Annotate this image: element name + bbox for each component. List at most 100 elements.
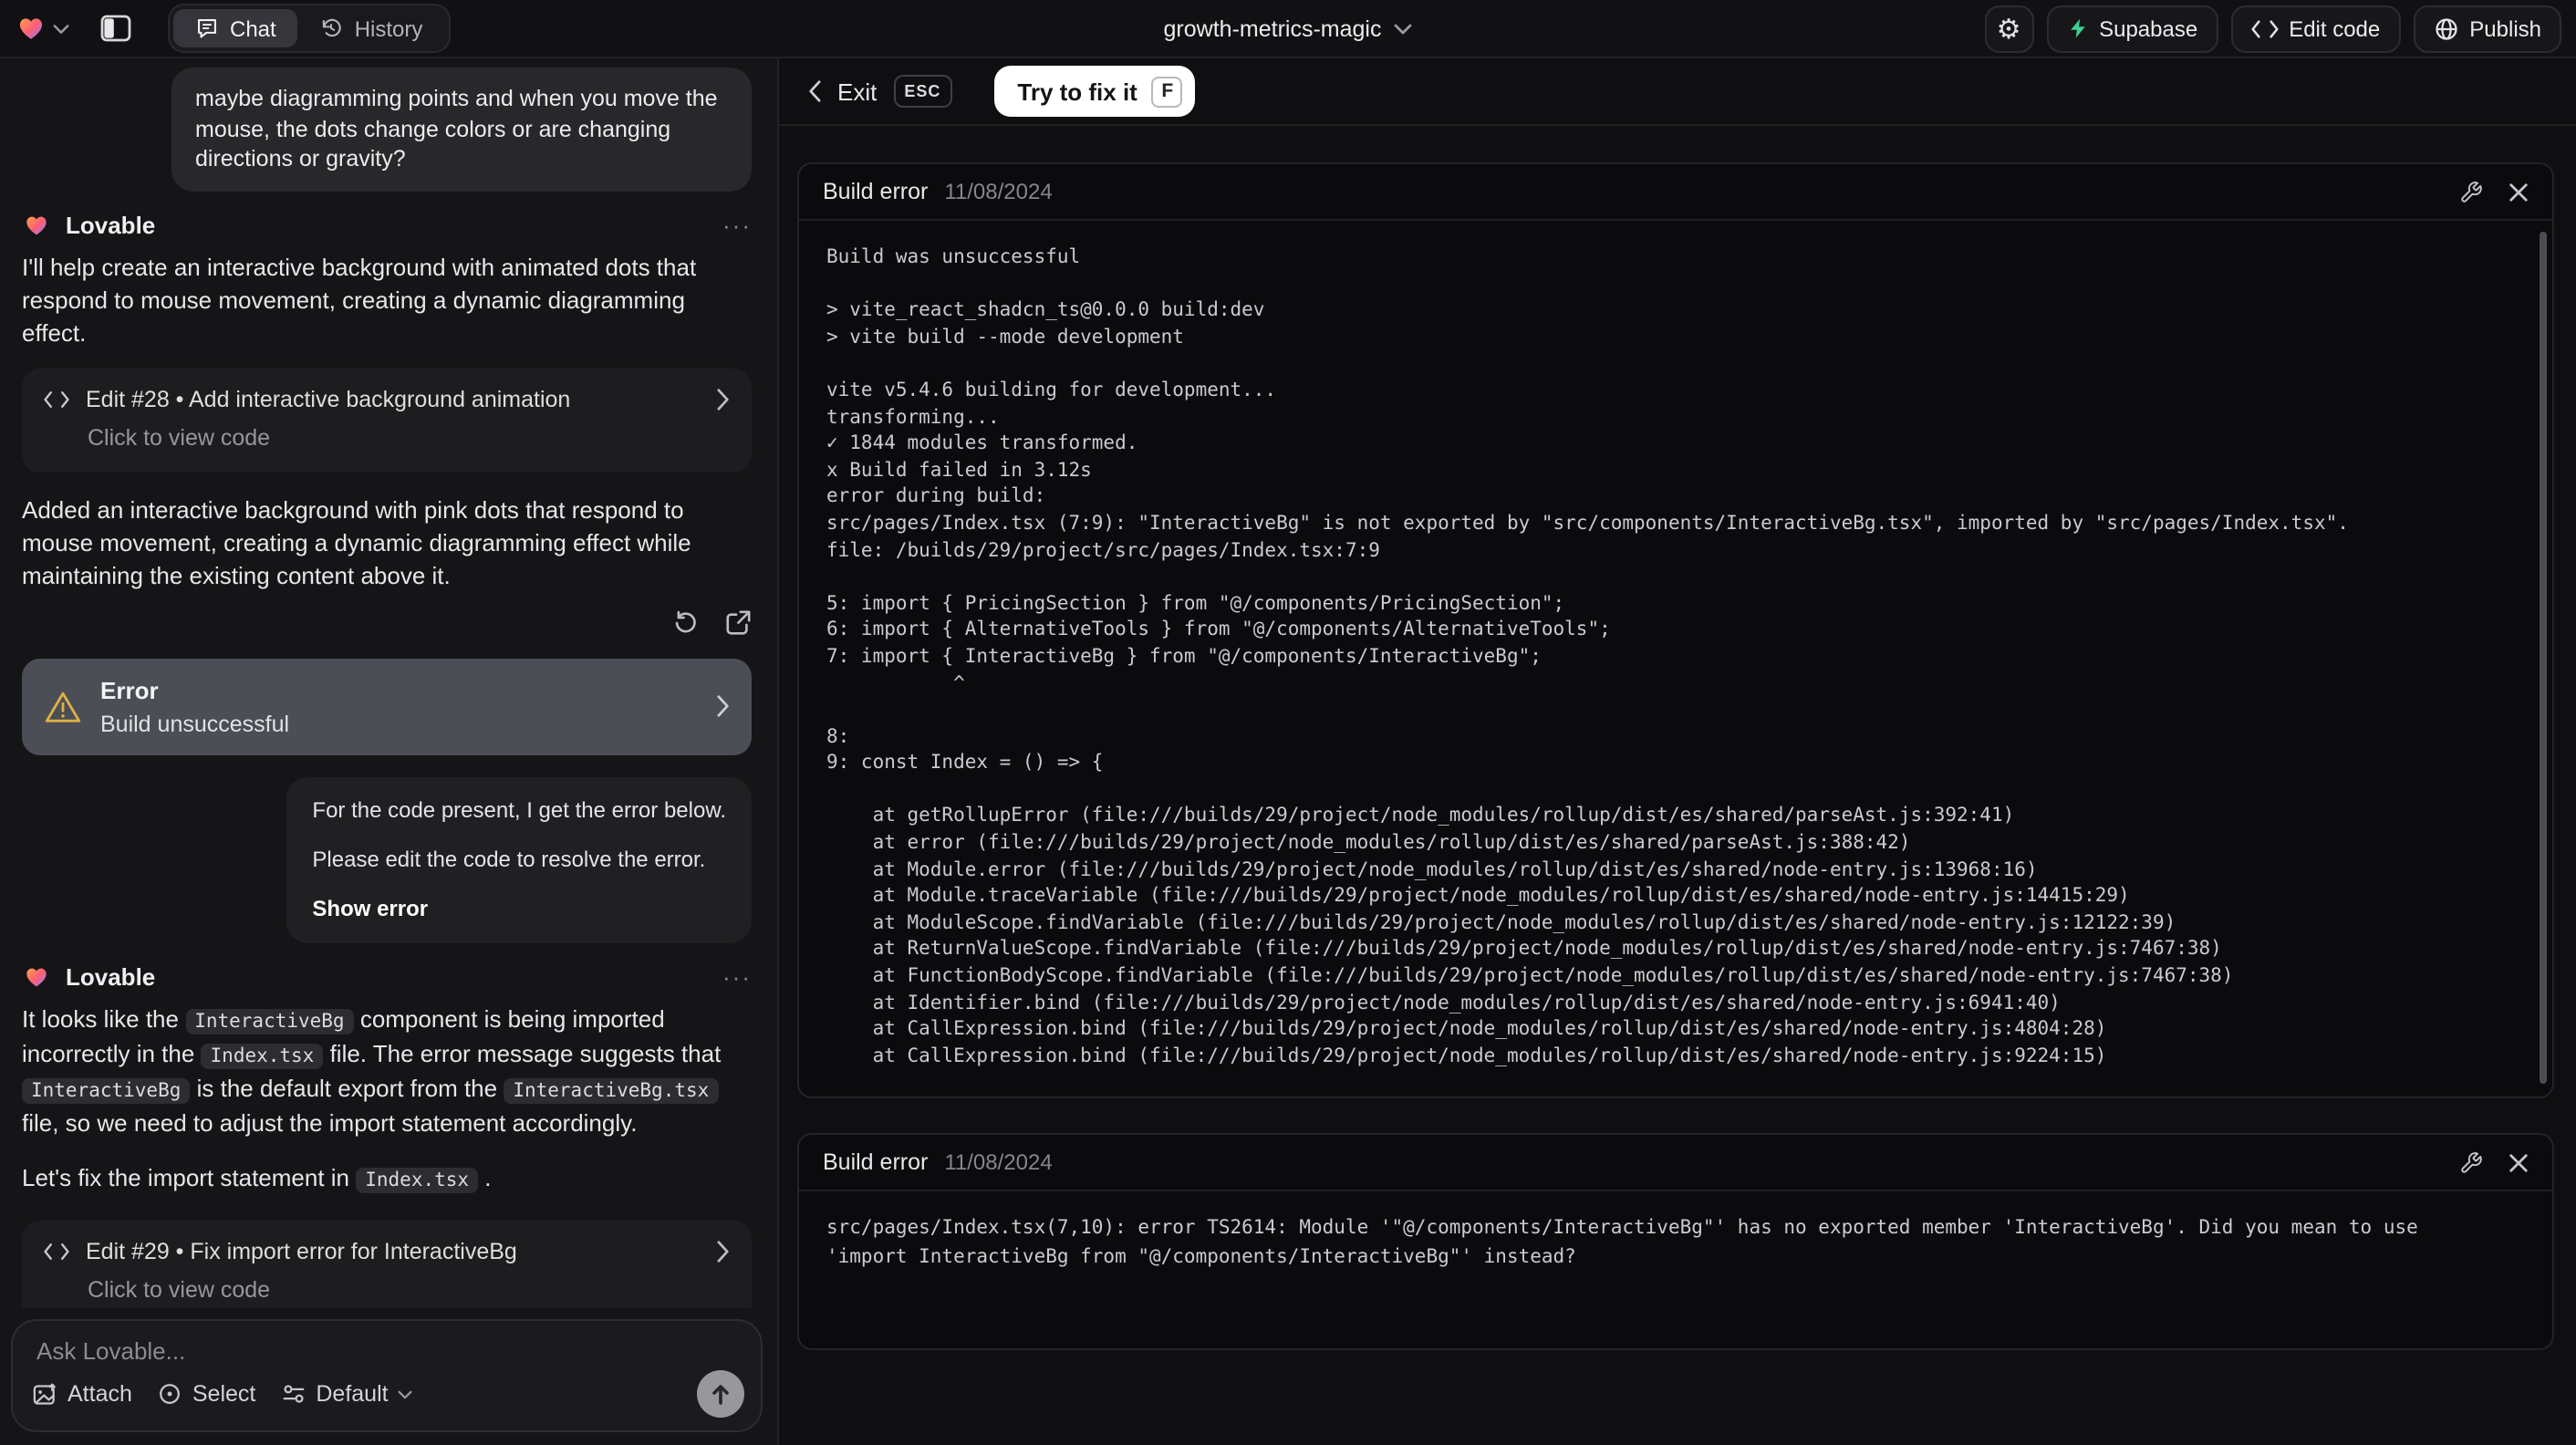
restore-button[interactable] [671,608,699,636]
send-button[interactable] [697,1370,744,1418]
edit-card-28[interactable]: Edit #28 • Add interactive background an… [22,368,752,472]
edit-card-subtitle: Click to view code [88,424,271,450]
preview-header: Exit ESC Try to fix it F [779,58,2576,126]
open-preview-button[interactable] [724,608,752,636]
lovable-logo-menu[interactable] [15,13,69,44]
attach-button[interactable]: Attach [33,1381,132,1407]
close-card-button[interactable] [2508,1153,2529,1173]
message-action-row [22,608,752,636]
image-attach-icon [33,1382,58,1406]
inline-code: InteractiveBg [185,1008,354,1034]
build-error-date: 11/08/2024 [944,179,1053,204]
lovable-app: Chat History growth-metrics-magic ⚙ Supa… [0,0,2576,1445]
inline-code: InteractiveBg [22,1077,191,1103]
edit-code-label: Edit code [2289,16,2381,41]
close-card-button[interactable] [2508,182,2529,202]
assistant-paragraph: Added an interactive background with pin… [22,495,691,588]
gear-icon: ⚙ [1996,14,2021,45]
build-error-title: Build error [823,1149,929,1176]
chat-history-tabs: Chat History [168,4,451,53]
text-segment: It looks like the [22,1004,186,1032]
chat-message-list[interactable]: maybe diagramming points and when you mo… [0,58,777,1308]
text-segment: file, so we need to adjust the import st… [22,1108,638,1136]
edit-code-button[interactable]: Edit code [2230,5,2401,52]
lovable-heart-icon [19,18,43,39]
external-link-icon [726,609,751,634]
build-error-title: Build error [823,179,929,204]
chevron-down-icon [398,1389,412,1398]
edit-card-29[interactable]: Edit #29 • Fix import error for Interact… [22,1220,752,1308]
fix-request-line1: For the code present, I get the error be… [312,796,726,822]
close-icon [2509,182,2528,201]
tab-chat[interactable]: Chat [173,9,298,47]
target-select-icon [158,1381,183,1407]
assistant-message-header: Lovable ··· [22,211,752,238]
refresh-icon [675,609,696,632]
select-button[interactable]: Select [158,1381,255,1407]
main-area: maybe diagramming points and when you mo… [0,58,2576,1445]
chevron-right-icon [717,1240,730,1262]
lovable-heart-icon [26,967,47,986]
fix-request-bubble: For the code present, I get the error be… [286,776,752,942]
attach-label: Attach [68,1381,132,1407]
preview-panel: Exit ESC Try to fix it F Build error 11/… [779,58,2576,1445]
try-to-fix-button[interactable]: Try to fix it F [993,66,1196,117]
lovable-heart-icon [26,215,47,234]
chat-icon [198,19,216,38]
mode-label: Default [316,1381,389,1407]
error-card-title: Error [100,676,159,703]
scrollbar-thumb[interactable] [2540,232,2547,1085]
error-card-subtitle: Build unsuccessful [100,711,290,736]
show-error-button[interactable]: Show error [312,895,726,922]
build-error-date: 11/08/2024 [944,1149,1053,1176]
build-error-log-card-2: Build error 11/08/2024 src/pages/Index.t… [797,1133,2554,1351]
user-message-bubble: maybe diagramming points and when you mo… [171,68,752,191]
edit-card-title: Edit #29 • Fix import error for Interact… [86,1238,517,1263]
error-card-text: Error Build unsuccessful [100,676,289,736]
text-segment: file. The error message suggests that [323,1039,722,1066]
build-error-log-card-1: Build error 11/08/2024 Build was unsucce… [797,162,2554,1099]
assistant-paragraph: I'll help create an interactive backgrou… [22,253,697,346]
preview-body: Build error 11/08/2024 Build was unsucce… [779,126,2576,1445]
assistant-name: Lovable [66,962,156,990]
edit-card-subtitle: Click to view code [88,1276,271,1302]
supabase-button[interactable]: Supabase [2046,5,2218,52]
build-error-card-header: Build error 11/08/2024 [799,164,2552,221]
settings-button[interactable]: ⚙ [1984,5,2034,52]
tab-history[interactable]: History [298,9,445,47]
chevron-down-icon [53,23,69,34]
exit-button[interactable]: Exit [837,78,877,105]
wrench-icon [2461,181,2482,202]
fix-wrench-button[interactable] [2459,180,2483,203]
chevron-right-icon [717,695,730,717]
card-header-actions [2459,180,2529,203]
build-log: src/pages/Index.tsx(7,10): error TS2614:… [826,1217,2430,1268]
composer-toolbar: Attach Select Default [33,1370,744,1418]
chat-composer: Attach Select [11,1319,763,1432]
code-brackets-icon [44,390,69,408]
code-brackets-icon [44,1242,69,1260]
chevron-left-icon [808,80,821,102]
mode-dropdown[interactable]: Default [281,1381,412,1407]
supabase-icon [2070,18,2084,38]
panel-left-icon [99,15,130,42]
assistant-paragraph-rich: It looks like the InteractiveBg componen… [22,1003,752,1139]
sidebar-toggle-button[interactable] [91,5,139,52]
text-segment: Let's fix the import statement in [22,1163,357,1190]
fix-wrench-button[interactable] [2459,1151,2483,1175]
text-segment: is the default export from the [190,1074,504,1101]
inline-code: InteractiveBg.tsx [504,1077,719,1103]
publish-button[interactable]: Publish [2413,5,2561,52]
edit-card-title: Edit #28 • Add interactive background an… [86,386,571,411]
message-more-button[interactable]: ··· [722,211,752,238]
build-error-card[interactable]: Error Build unsuccessful [22,658,752,754]
message-more-button[interactable]: ··· [722,962,752,990]
f-key-badge: F [1151,76,1183,107]
assistant-name: Lovable [66,211,156,238]
globe-icon [2435,17,2457,39]
tab-chat-label: Chat [230,16,276,41]
topbar-right: ⚙ Supabase Edit code Publish [1984,5,2561,52]
project-chevron-down-icon[interactable] [1394,23,1412,34]
project-name[interactable]: growth-metrics-magic [1164,16,1382,41]
arrow-up-icon [712,1384,729,1404]
